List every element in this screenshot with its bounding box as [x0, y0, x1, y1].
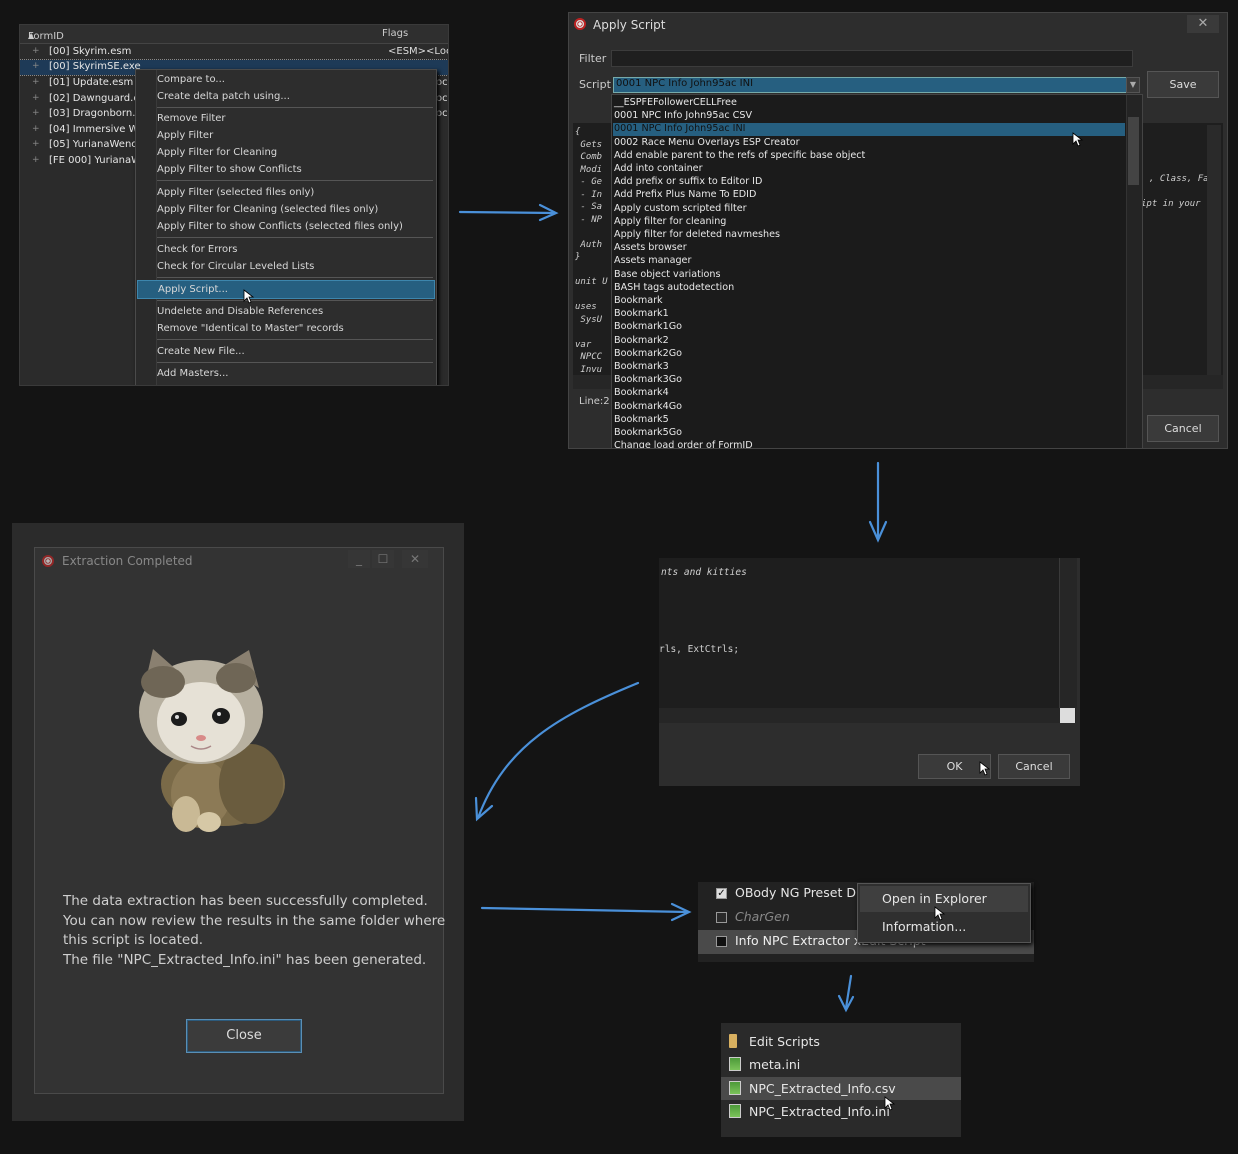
- arrow-curved-icon: [476, 681, 640, 820]
- flow-arrows: [458, 203, 888, 1013]
- arrow-right-icon: [458, 210, 557, 215]
- arrow-right-icon: [480, 906, 690, 914]
